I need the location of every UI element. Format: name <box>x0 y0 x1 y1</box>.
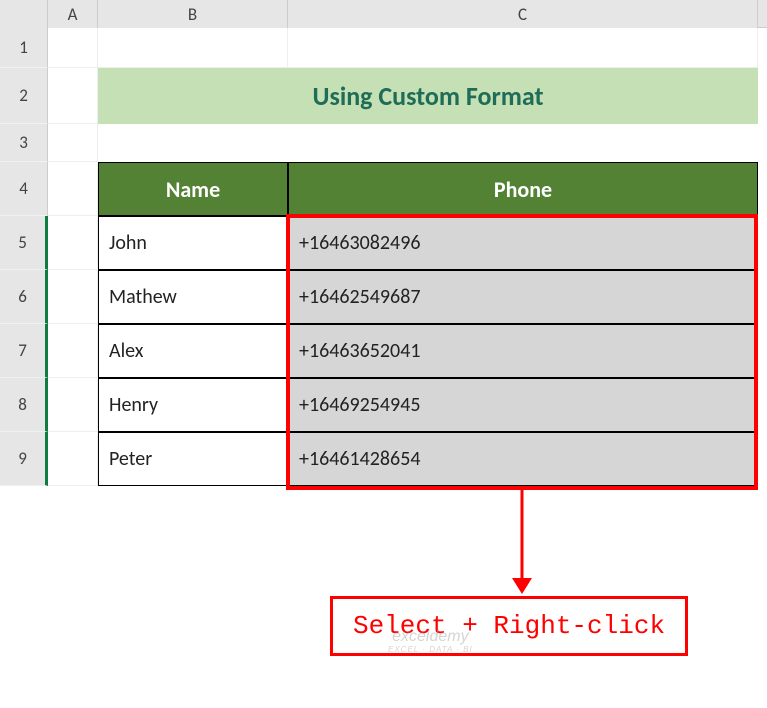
select-all-corner[interactable] <box>0 0 48 28</box>
watermark-line1: exceldemy <box>388 628 473 646</box>
cell-phone[interactable]: +16463652041 <box>288 324 758 378</box>
row-header-3[interactable]: 3 <box>0 124 48 162</box>
cell-phone[interactable]: +16461428654 <box>288 432 758 486</box>
annotation-callout: Select + Right-click <box>330 596 688 656</box>
row-header-column: 1 2 3 4 5 6 7 8 9 <box>0 28 48 486</box>
cell-a1[interactable] <box>48 28 98 68</box>
cell-phone[interactable]: +16469254945 <box>288 378 758 432</box>
cell-name[interactable]: Alex <box>98 324 288 378</box>
cell-name[interactable]: Mathew <box>98 270 288 324</box>
cell-b3[interactable] <box>98 124 288 162</box>
table-row: Alex +16463652041 <box>48 324 767 378</box>
annotation-arrow <box>521 490 524 580</box>
watermark: exceldemy EXCEL · DATA · BI <box>388 628 473 654</box>
table-row: John +16463082496 <box>48 216 767 270</box>
row-header-6[interactable]: 6 <box>0 270 48 324</box>
cell-a7[interactable] <box>48 324 98 378</box>
col-header-a[interactable]: A <box>48 0 98 28</box>
table-row: Henry +16469254945 <box>48 378 767 432</box>
cell-phone[interactable]: +16462549687 <box>288 270 758 324</box>
cell-c1[interactable] <box>288 28 758 68</box>
cell-name[interactable]: Henry <box>98 378 288 432</box>
spreadsheet-grid: A B C 1 2 3 4 5 6 7 8 9 Using Custom For… <box>0 0 767 708</box>
title-cell[interactable]: Using Custom Format <box>98 68 758 124</box>
row-header-9[interactable]: 9 <box>0 432 48 486</box>
cell-a3[interactable] <box>48 124 98 162</box>
cell-name[interactable]: Peter <box>98 432 288 486</box>
row-header-7[interactable]: 7 <box>0 324 48 378</box>
row-header-8[interactable]: 8 <box>0 378 48 432</box>
row-header-2[interactable]: 2 <box>0 68 48 124</box>
cell-name[interactable]: John <box>98 216 288 270</box>
row-header-1[interactable]: 1 <box>0 28 48 68</box>
col-header-c[interactable]: C <box>288 0 758 28</box>
row-header-5[interactable]: 5 <box>0 216 48 270</box>
table-header-name[interactable]: Name <box>98 162 288 216</box>
cell-a6[interactable] <box>48 270 98 324</box>
col-header-b[interactable]: B <box>98 0 288 28</box>
annotation-arrow-head <box>512 578 532 594</box>
table-header-phone[interactable]: Phone <box>288 162 758 216</box>
cell-a4[interactable] <box>48 162 98 216</box>
watermark-line2: EXCEL · DATA · BI <box>388 646 473 655</box>
cell-phone[interactable]: +16463082496 <box>288 216 758 270</box>
cell-b1[interactable] <box>98 28 288 68</box>
cell-a8[interactable] <box>48 378 98 432</box>
cell-c3[interactable] <box>288 124 758 162</box>
column-header-row: A B C <box>0 0 767 28</box>
table-row: Peter +16461428654 <box>48 432 767 486</box>
cell-a2[interactable] <box>48 68 98 124</box>
cell-a5[interactable] <box>48 216 98 270</box>
table-row: Mathew +16462549687 <box>48 270 767 324</box>
cell-a9[interactable] <box>48 432 98 486</box>
row-header-4[interactable]: 4 <box>0 162 48 216</box>
